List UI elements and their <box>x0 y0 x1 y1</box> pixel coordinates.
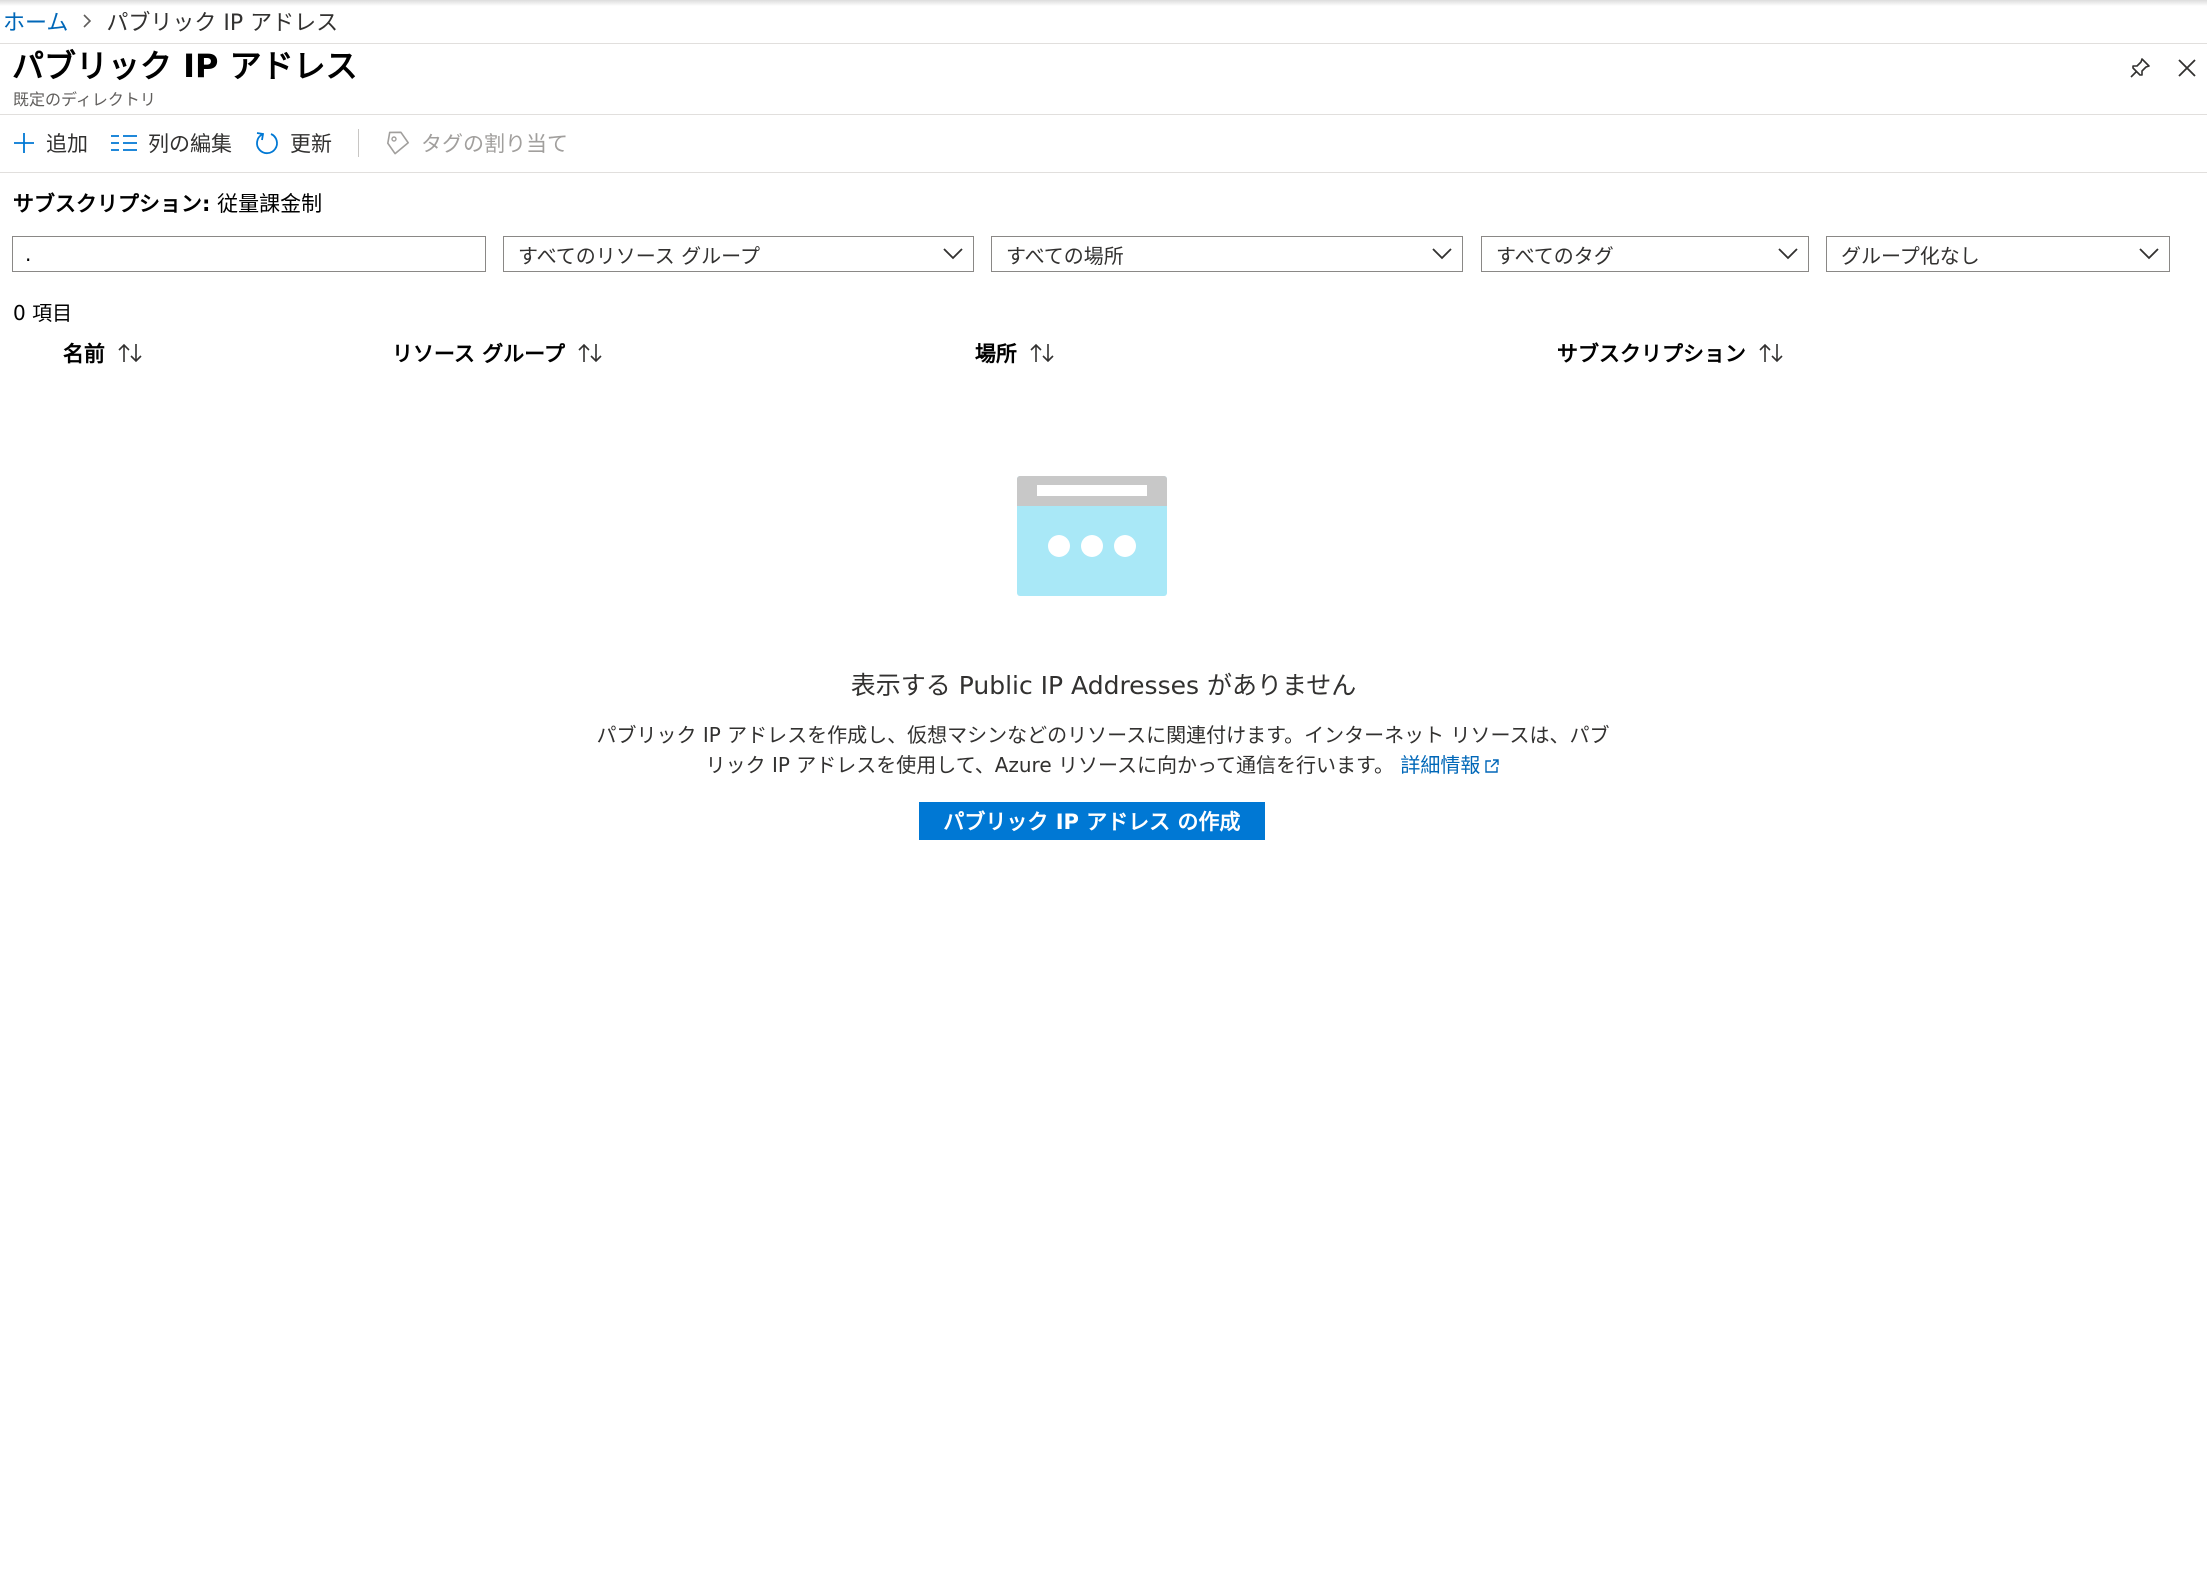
column-header-label: リソース グループ <box>392 342 566 366</box>
column-header-label: 場所 <box>975 342 1017 366</box>
column-header-label: サブスクリプション <box>1557 342 1746 366</box>
empty-state-title: 表示する Public IP Addresses がありません <box>850 671 1357 700</box>
refresh-icon <box>254 130 280 156</box>
item-count: 0 項目 <box>13 301 73 325</box>
learn-more-link[interactable]: 詳細情報 <box>1400 753 1500 777</box>
assign-tags-button[interactable]: タグの割り当て <box>385 128 568 158</box>
divider <box>0 114 2207 115</box>
location-dropdown[interactable]: すべての場所 <box>991 236 1463 272</box>
sort-icon <box>1758 342 1786 364</box>
refresh-label: 更新 <box>290 132 332 156</box>
filter-name-input[interactable] <box>13 237 485 271</box>
chevron-down-icon <box>933 248 973 260</box>
empty-state-desc-line2-wrap: リック IP アドレスを使用して、Azure リソースに向かって通信を行います。… <box>553 750 1653 782</box>
subscription-filter-text: サブスクリプション: 従量課金制 <box>13 188 322 218</box>
grouping-dropdown[interactable]: グループ化なし <box>1826 236 2170 272</box>
resource-group-dropdown[interactable]: すべてのリソース グループ <box>503 236 974 272</box>
columns-icon <box>110 133 138 153</box>
column-header-location[interactable]: 場所 <box>975 338 1057 368</box>
chevron-right-icon <box>82 14 92 28</box>
location-dropdown-value: すべての場所 <box>1006 243 1124 268</box>
tag-icon <box>385 130 411 156</box>
sort-icon <box>117 342 145 364</box>
column-header-name[interactable]: 名前 <box>63 338 145 368</box>
page-subtitle: 既定のディレクトリ <box>13 90 156 109</box>
tags-dropdown[interactable]: すべてのタグ <box>1481 236 1809 272</box>
edit-columns-label: 列の編集 <box>148 132 232 156</box>
assign-tags-label: タグの割り当て <box>421 132 568 156</box>
command-bar: 追加 列の編集 更新 タグの割り当て <box>12 124 590 162</box>
empty-state-desc-line1: パブリック IP アドレスを作成し、仮想マシンなどのリソースに関連付けます。イン… <box>596 723 1610 747</box>
create-public-ip-button[interactable]: パブリック IP アドレス の作成 <box>919 802 1265 840</box>
empty-list-icon <box>1017 476 1167 596</box>
add-button-label: 追加 <box>46 132 88 156</box>
breadcrumb-home-link[interactable]: ホーム <box>3 5 68 37</box>
filter-name-input-box[interactable] <box>12 236 486 272</box>
empty-state-description: パブリック IP アドレスを作成し、仮想マシンなどのリソースに関連付けます。イン… <box>553 720 1653 782</box>
subscription-value: 従量課金制 <box>217 192 323 216</box>
resource-group-dropdown-value: すべてのリソース グループ <box>518 243 760 268</box>
external-link-icon <box>1484 752 1500 782</box>
tags-dropdown-value: すべてのタグ <box>1496 243 1614 268</box>
divider <box>0 172 2207 173</box>
sort-icon <box>1029 342 1057 364</box>
learn-more-label: 詳細情報 <box>1400 753 1481 777</box>
sort-icon <box>577 342 605 364</box>
chevron-down-icon <box>1768 248 1808 260</box>
subscription-label: サブスクリプション: <box>13 192 211 216</box>
breadcrumb: ホーム パブリック IP アドレス <box>3 6 338 36</box>
toolbar-separator <box>358 129 359 157</box>
edit-columns-button[interactable]: 列の編集 <box>110 128 232 158</box>
plus-icon <box>12 131 36 155</box>
column-header-subscription[interactable]: サブスクリプション <box>1557 338 1786 368</box>
close-icon[interactable] <box>2171 52 2203 84</box>
column-header-resource-group[interactable]: リソース グループ <box>392 338 605 368</box>
grouping-dropdown-value: グループ化なし <box>1841 243 1980 268</box>
pin-icon[interactable] <box>2124 52 2156 84</box>
column-header-label: 名前 <box>63 342 105 366</box>
divider <box>0 43 2207 44</box>
page-title: パブリック IP アドレス <box>12 47 358 85</box>
add-button[interactable]: 追加 <box>12 128 88 158</box>
chevron-down-icon <box>2129 248 2169 260</box>
chevron-down-icon <box>1422 248 1462 260</box>
refresh-button[interactable]: 更新 <box>254 128 332 158</box>
breadcrumb-current: パブリック IP アドレス <box>106 11 339 36</box>
empty-state-desc-line2: リック IP アドレスを使用して、Azure リソースに向かって通信を行います。 <box>705 753 1394 777</box>
